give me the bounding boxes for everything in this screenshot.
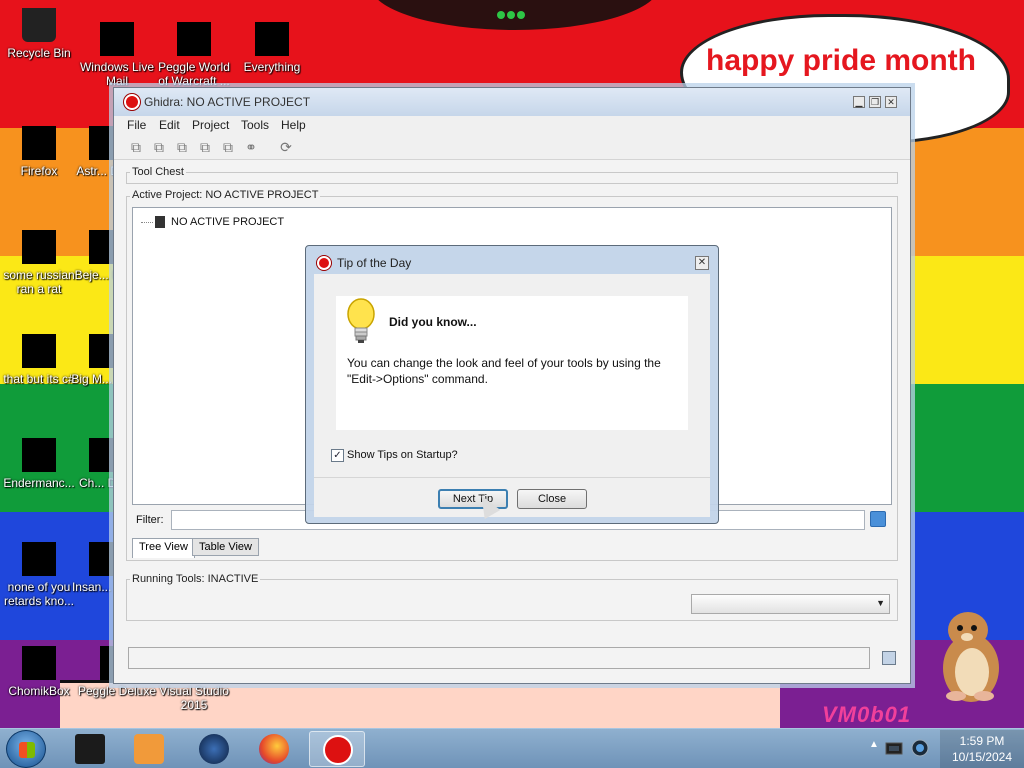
desktop-icon-everything[interactable]: Everything [230, 22, 314, 74]
clock[interactable]: 1:59 PM 10/15/2024 [940, 730, 1024, 768]
show-tips-checkbox[interactable]: ✓ [331, 449, 344, 462]
menu-edit[interactable]: Edit [159, 118, 180, 132]
dialog-divider [314, 477, 710, 478]
menu-project[interactable]: Project [192, 118, 229, 132]
desktop-icon-peggle-wow[interactable]: Peggle World of Warcraft ... [152, 22, 236, 88]
project-node-icon [155, 216, 165, 228]
show-hidden-icons-button[interactable]: ▲ [869, 739, 879, 750]
peggle-wow-icon [177, 22, 211, 56]
lightbulb-icon [347, 298, 375, 343]
desktop-icon-chomikbox[interactable]: ChomikBox [0, 646, 81, 698]
taskbar-item-terminal[interactable] [62, 731, 118, 767]
banner-text: happy pride month [706, 44, 976, 77]
menu-tools[interactable]: Tools [241, 118, 269, 132]
ghidra-logo-icon [124, 94, 140, 110]
toolbar: ⧉ ⧉ ⧉ ⧉ ⧉ ⚭ ⟳ [114, 134, 910, 160]
restore-button[interactable]: ❐ [869, 96, 881, 108]
tab-tree-view[interactable]: Tree View [132, 538, 195, 558]
save-project-icon[interactable]: ⧉ [197, 139, 213, 155]
open-project-icon[interactable]: ⧉ [151, 139, 167, 155]
media-player-icon [134, 734, 164, 764]
minimize-button[interactable]: ▁ [853, 96, 865, 108]
tip-heading: Did you know... [389, 315, 477, 329]
dialog-body: Did you know... You can change the look … [314, 274, 710, 517]
clock-time: 1:59 PM [959, 734, 1005, 748]
taskbar-item-media-player[interactable] [121, 731, 177, 767]
menu-bar: File Edit Project Tools Help [114, 116, 910, 134]
terminal-icon [75, 734, 105, 764]
firefox-icon [259, 734, 289, 764]
desktop-icon-recycle-bin[interactable]: Recycle Bin [0, 8, 81, 60]
recycle-bin-icon [22, 8, 56, 42]
globe-icon [199, 734, 229, 764]
windows-logo-icon [19, 742, 35, 758]
desktop-icon-label: Recycle Bin [7, 46, 71, 60]
active-project-label: Active Project: NO ACTIVE PROJECT [130, 189, 321, 201]
tip-text: You can change the look and feel of your… [347, 356, 661, 386]
running-tools-combo[interactable]: ▼ [691, 594, 890, 614]
that-but-csharp-icon [22, 334, 56, 368]
windows-live-mail-icon [100, 22, 134, 56]
link-icon[interactable]: ⚭ [243, 139, 259, 155]
console-icon[interactable] [882, 651, 896, 665]
tree-item-project[interactable]: NO ACTIVE PROJECT [171, 216, 284, 228]
watermark-text: VM0b01 [822, 702, 912, 727]
desktop-icon-label: Everything [243, 60, 301, 74]
ghidra-logo-icon [323, 735, 353, 765]
network-icon[interactable] [884, 737, 906, 759]
refresh-icon[interactable]: ⟳ [278, 139, 294, 155]
menu-help[interactable]: Help [281, 118, 306, 132]
endermanch-icon [22, 438, 56, 472]
hamster-image [943, 612, 999, 702]
archive-project-icon[interactable]: ⧉ [220, 139, 236, 155]
clock-date: 10/15/2024 [951, 750, 1013, 764]
close-button[interactable]: ✕ [885, 96, 897, 108]
close-dialog-button[interactable]: Close [517, 489, 587, 509]
everything-icon [255, 22, 289, 56]
tool-chest-box [126, 172, 898, 184]
chevron-down-icon: ▼ [876, 598, 885, 608]
desktop-icon-label: Peggle Deluxe [77, 684, 157, 698]
tip-panel: Did you know... You can change the look … [336, 296, 688, 430]
close-project-icon[interactable]: ⧉ [174, 139, 190, 155]
ghidra-logo-icon [317, 256, 331, 270]
taskbar-item-app-globe[interactable] [186, 731, 242, 767]
filter-options-icon[interactable] [870, 511, 886, 527]
chomikbox-icon [22, 646, 56, 680]
desktop-icon-windows-live-mail[interactable]: Windows Live Mail [75, 22, 159, 88]
status-bar [128, 647, 870, 669]
desktop-icon-label: Visual Studio 2015 [159, 684, 229, 712]
firefox-icon [22, 126, 56, 160]
tip-of-the-day-dialog: Tip of the Day ✕ Did you know... You can… [305, 245, 719, 524]
window-title: Ghidra: NO ACTIVE PROJECT [144, 95, 311, 109]
dialog-title: Tip of the Day [337, 256, 412, 270]
none-of-you-icon [22, 542, 56, 576]
some-russian-icon [22, 230, 56, 264]
menu-file[interactable]: File [127, 118, 146, 132]
running-tools-label: Running Tools: INACTIVE [130, 573, 261, 585]
dialog-close-button[interactable]: ✕ [695, 256, 709, 270]
desktop-icon-label: Peggle World of Warcraft ... [158, 60, 230, 88]
start-button[interactable] [6, 730, 46, 768]
show-tips-label[interactable]: Show Tips on Startup? [347, 449, 458, 461]
taskbar-item-firefox[interactable] [246, 731, 302, 767]
filter-label: Filter: [136, 514, 164, 526]
desktop-icon-label: ChomikBox [8, 684, 70, 698]
ghidra-titlebar[interactable]: Ghidra: NO ACTIVE PROJECT ▁ ❐ ✕ [114, 88, 910, 116]
volume-icon[interactable] [910, 738, 930, 758]
new-project-icon[interactable]: ⧉ [128, 139, 144, 155]
tool-chest-label: Tool Chest [130, 166, 186, 178]
wallpaper-green-dots [497, 8, 527, 19]
taskbar: ▲ 1:59 PM 10/15/2024 [0, 728, 1024, 768]
tree-connector [141, 222, 153, 223]
desktop-icon-label: Windows Live Mail [79, 60, 155, 88]
tab-table-view[interactable]: Table View [192, 538, 259, 556]
taskbar-item-ghidra[interactable] [309, 731, 365, 767]
